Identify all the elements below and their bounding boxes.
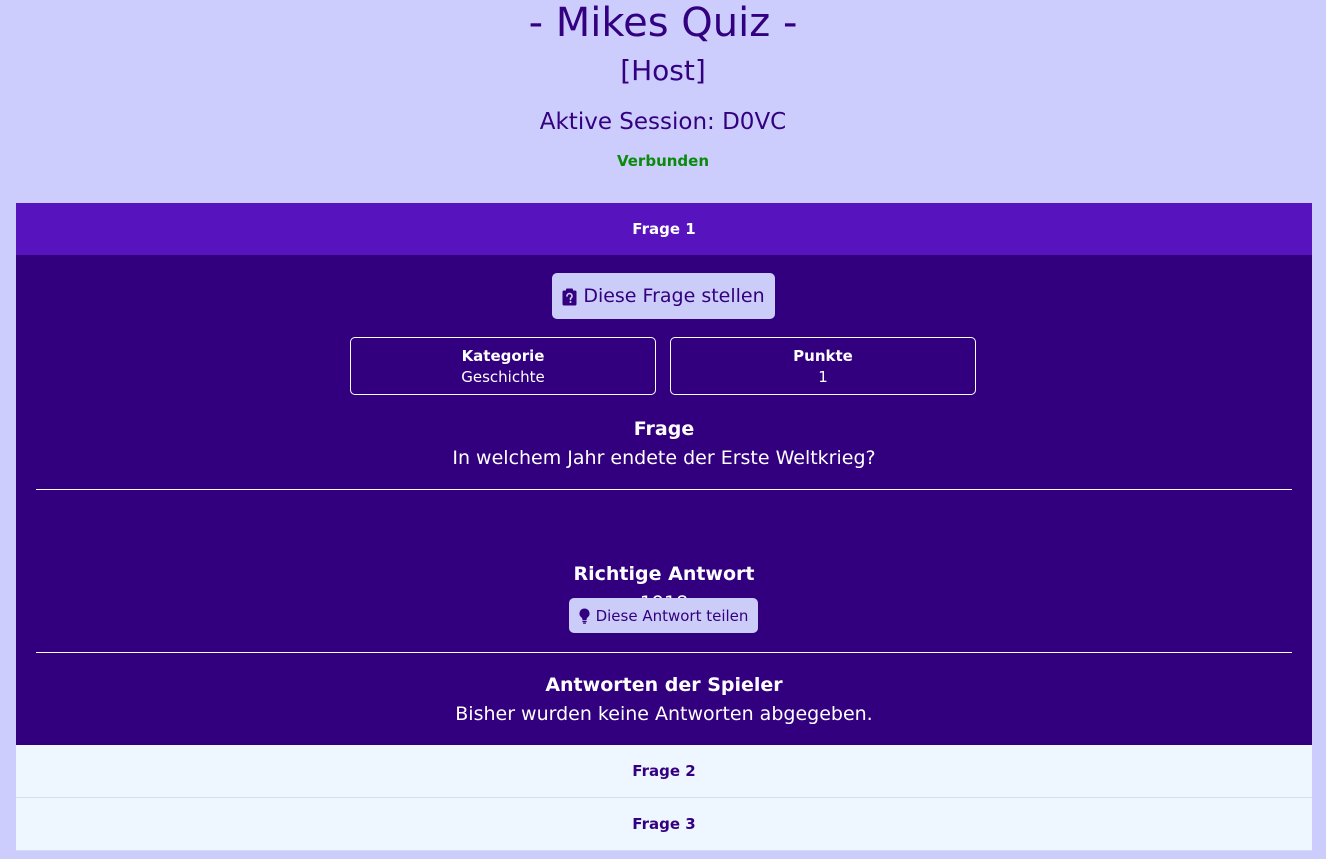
category-label: Kategorie bbox=[461, 347, 545, 365]
question-section: Frage In welchem Jahr endete der Erste W… bbox=[16, 417, 1312, 472]
ask-question-button[interactable]: Diese Frage stellen bbox=[552, 273, 775, 319]
question-1-body: Diese Frage stellen Kategorie Geschichte… bbox=[16, 255, 1312, 745]
question-3-header[interactable]: Frage 3 bbox=[16, 798, 1312, 851]
share-answer-label: Diese Antwort teilen bbox=[595, 606, 749, 625]
points-box: Punkte 1 bbox=[670, 337, 976, 395]
category-value: Geschichte bbox=[461, 368, 545, 386]
player-answers-section: Antworten der Spieler Bisher wurden kein… bbox=[16, 673, 1312, 728]
lightbulb-icon bbox=[579, 608, 590, 624]
ask-question-label: Diese Frage stellen bbox=[583, 285, 765, 307]
divider bbox=[36, 489, 1292, 490]
clipboard-question-icon bbox=[562, 287, 577, 306]
connection-status: Verbunden bbox=[616, 152, 710, 170]
divider bbox=[36, 652, 1292, 653]
player-answers-heading: Antworten der Spieler bbox=[545, 674, 783, 696]
share-answer-button[interactable]: Diese Antwort teilen bbox=[569, 598, 758, 633]
question-heading: Frage bbox=[633, 418, 695, 440]
category-box: Kategorie Geschichte bbox=[350, 337, 656, 395]
session-label: Aktive Session: D0VC bbox=[539, 109, 787, 135]
role-label: [Host] bbox=[620, 54, 706, 87]
question-2-header[interactable]: Frage 2 bbox=[16, 745, 1312, 798]
questions-accordion: Frage 1 Diese Frage stellen Kategorie Ge… bbox=[16, 203, 1312, 851]
player-answers-text: Bisher wurden keine Antworten abgegeben. bbox=[455, 703, 873, 725]
points-value: 1 bbox=[818, 368, 828, 386]
question-1-header[interactable]: Frage 1 bbox=[16, 203, 1312, 255]
question-text: In welchem Jahr endete der Erste Weltkri… bbox=[452, 447, 876, 469]
page-title: - Mikes Quiz - bbox=[528, 0, 798, 46]
page-header: - Mikes Quiz - [Host] Aktive Session: D0… bbox=[0, 0, 1326, 170]
answer-heading: Richtige Antwort bbox=[573, 563, 755, 585]
points-label: Punkte bbox=[793, 347, 853, 365]
